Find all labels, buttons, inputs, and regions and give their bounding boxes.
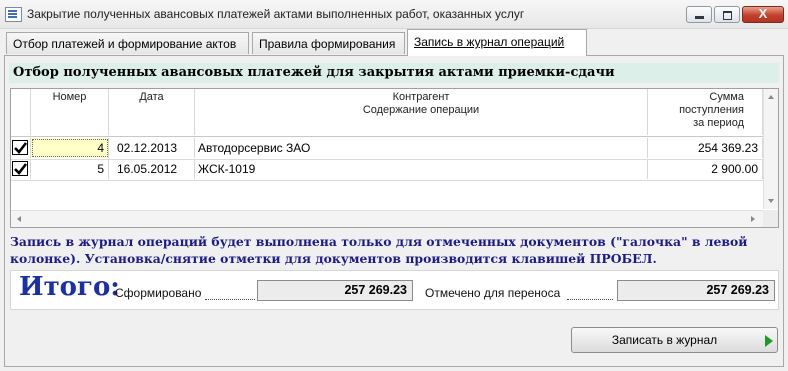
cell-sum[interactable]: 2 900.00: [648, 159, 763, 179]
cell-number[interactable]: 4: [31, 138, 109, 158]
header-sum-line2: поступления: [679, 104, 744, 116]
horizontal-scrollbar[interactable]: [11, 210, 763, 227]
totals-title: Итого:: [19, 272, 120, 302]
app-icon: [5, 7, 22, 22]
marked-label: Отмечено для переноса: [425, 286, 561, 300]
info-note: Запись в журнал операций будет выполнена…: [10, 234, 748, 266]
checkmark-icon: [14, 163, 28, 175]
tab-rules[interactable]: Правила формирования: [252, 32, 405, 54]
scroll-down-icon[interactable]: [768, 199, 774, 203]
header-date[interactable]: Дата: [109, 89, 195, 135]
marked-value: 257 269.23: [617, 280, 775, 301]
header-counterparty-line2: Содержание операции: [362, 104, 480, 116]
header-counterparty-line1: Контрагент: [392, 91, 450, 103]
scroll-up-icon[interactable]: [768, 95, 774, 99]
play-icon: [765, 335, 773, 347]
table-row[interactable]: 4 02.12.2013 Автодорсервис ЗАО 254 369.2…: [11, 138, 763, 160]
header-check: [11, 89, 31, 135]
cell-counterparty[interactable]: Автодорсервис ЗАО: [195, 138, 648, 158]
tab-strip: Отбор платежей и формирование актов Прав…: [4, 29, 784, 56]
row-checkbox[interactable]: [12, 140, 28, 155]
cell-date[interactable]: 02.12.2013: [109, 138, 195, 158]
row-check-cell[interactable]: [11, 138, 31, 158]
write-to-journal-button[interactable]: Записать в журнал: [571, 327, 778, 353]
cell-number[interactable]: 5: [31, 159, 109, 179]
table-row[interactable]: 5 16.05.2012 ЖСК-1019 2 900.00: [11, 159, 763, 181]
totals-panel: Итого: Сформировано 257 269.23 Отмечено …: [10, 270, 779, 310]
tab-label: Правила формирования: [259, 37, 396, 51]
header-number[interactable]: Номер: [31, 89, 109, 135]
window-title: Закрытие полученных авансовых платежей а…: [27, 7, 525, 21]
row-check-cell[interactable]: [11, 159, 31, 179]
cell-date[interactable]: 16.05.2012: [109, 159, 195, 179]
scrollbar-corner: [763, 210, 778, 227]
header-sum[interactable]: Сумма поступления за период: [648, 89, 763, 135]
header-sum-line3: за период: [693, 117, 744, 129]
close-icon: X: [758, 6, 768, 21]
tab-selection[interactable]: Отбор платежей и формирование актов: [6, 32, 249, 54]
tab-journal[interactable]: Запись в журнал операций: [407, 29, 587, 56]
cell-counterparty[interactable]: ЖСК-1019: [195, 159, 648, 179]
cell-sum[interactable]: 254 369.23: [648, 138, 763, 158]
header-sum-line1: Сумма: [709, 91, 744, 103]
payments-grid[interactable]: Номер Дата Контрагент Содержание операци…: [10, 88, 779, 228]
write-to-journal-label: Записать в журнал: [611, 333, 718, 347]
scroll-left-icon[interactable]: [17, 216, 21, 222]
tab-label: Отбор платежей и формирование актов: [13, 37, 237, 51]
close-button[interactable]: X: [742, 6, 784, 23]
leader-dots: [205, 286, 255, 300]
checkmark-icon: [14, 142, 28, 154]
leader-dots: [567, 286, 613, 300]
row-checkbox[interactable]: [12, 161, 28, 176]
maximize-button[interactable]: [714, 6, 740, 23]
title-bar: Закрытие полученных авансовых платежей а…: [0, 0, 788, 29]
formed-value: 257 269.23: [257, 280, 413, 301]
scroll-right-icon[interactable]: [751, 216, 755, 222]
tab-label: Запись в журнал операций: [414, 35, 565, 49]
minimize-button[interactable]: [686, 6, 712, 23]
vertical-scrollbar[interactable]: [763, 89, 778, 209]
formed-label: Сформировано: [115, 286, 202, 300]
section-title: Отбор полученных авансовых платежей для …: [9, 63, 779, 83]
grid-header: Номер Дата Контрагент Содержание операци…: [11, 89, 763, 137]
header-counterparty[interactable]: Контрагент Содержание операции: [195, 89, 648, 135]
